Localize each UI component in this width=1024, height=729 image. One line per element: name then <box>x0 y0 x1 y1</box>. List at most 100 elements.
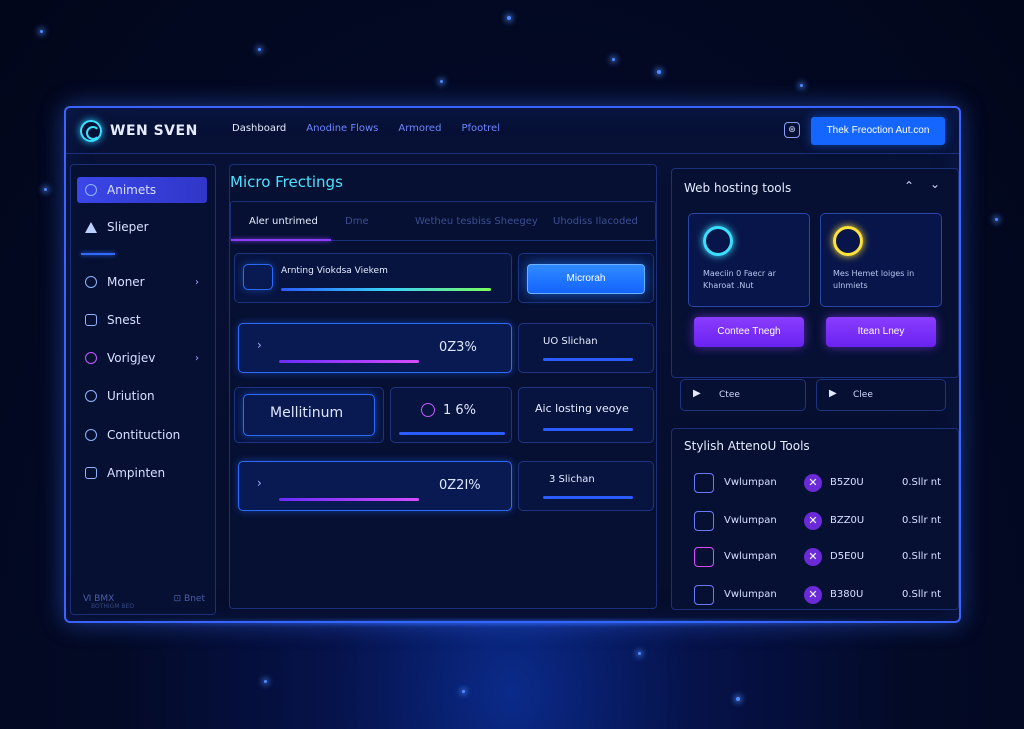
percent-bar <box>399 432 505 435</box>
app-title: WEN SVEN <box>110 123 198 139</box>
chevron-right-icon[interactable]: › <box>257 338 262 352</box>
tool-icon <box>694 585 714 605</box>
notification-icon[interactable]: ⊛ <box>784 122 800 138</box>
itean-button[interactable]: Itean Lney <box>826 317 936 347</box>
star <box>507 16 511 20</box>
box-inner[interactable]: Mellitinum <box>243 394 375 436</box>
sidebar-item-label: Animets <box>107 183 157 197</box>
sidebar-divider <box>81 253 115 255</box>
tab-wetheu[interactable]: Wetheu tesbiss Sheegey <box>415 216 538 227</box>
square-icon <box>85 314 97 326</box>
chevron-right-icon: › <box>195 276 199 288</box>
star <box>612 58 615 61</box>
chevron-right-icon: › <box>195 352 199 364</box>
sidebar-item-moner[interactable]: Moner › <box>77 269 207 295</box>
sidebar-item-label: Vorigjev <box>107 351 156 365</box>
box-card: Mellitinum <box>234 387 384 443</box>
tab-aler-untrimed[interactable]: Aler untrimed <box>249 216 318 227</box>
nav-armored[interactable]: Armored <box>398 123 441 134</box>
page-title: Micro Frectings <box>230 173 343 191</box>
list-item[interactable]: Vwlumpan ✕ B5Z0U 0.Sllr nt <box>686 469 948 497</box>
play-icon: ▶ <box>693 388 701 399</box>
star <box>736 697 740 701</box>
metric-card-2: › 0Z2I% <box>238 461 512 511</box>
top-bar: WEN SVEN Dashboard Anodine Flows Armored… <box>66 108 959 154</box>
hosting-card: Aic losting veoye <box>518 387 654 443</box>
clock-icon <box>85 276 97 288</box>
main-panel: Micro Frectings Aler untrimed Dme Wetheu… <box>229 164 657 609</box>
row-status: 0.Sllr nt <box>902 477 941 488</box>
sidebar-item-snest[interactable]: Snest <box>77 307 207 333</box>
star <box>440 80 443 83</box>
sidebar-item-label: Slieper <box>107 220 149 234</box>
logo[interactable]: WEN SVEN <box>80 120 198 142</box>
sidebar-item-contituction[interactable]: Contituction <box>77 422 207 448</box>
metric-side-bar <box>543 358 633 361</box>
feature-card-label: Arnting Viokdsa Viekem <box>281 266 388 276</box>
tool-card-1[interactable]: Maeciin 0 Faecr ar Kharoat .Nut <box>688 213 810 307</box>
star <box>995 218 998 221</box>
chevron-right-icon[interactable]: › <box>257 476 262 490</box>
action-card: Microrah <box>518 253 654 303</box>
sidebar: Animets Slieper Moner › Snest Vorigjev ›… <box>70 164 216 615</box>
sidebar-footer-right[interactable]: ⊡ Bnet <box>174 594 205 604</box>
sidebar-item-slieper[interactable]: Slieper <box>77 214 207 240</box>
chart-icon <box>85 184 97 196</box>
nav-pfootrel[interactable]: Pfootrel <box>461 123 500 134</box>
link-label: Ctee <box>719 390 740 400</box>
tab-dme[interactable]: Dme <box>345 216 369 227</box>
globe-icon <box>85 390 97 402</box>
star <box>40 30 43 33</box>
sidebar-item-vorigjev[interactable]: Vorigjev › <box>77 345 207 371</box>
row-name: Vwlumpan <box>724 477 777 488</box>
metric-side-label: 3 Slichan <box>549 474 595 485</box>
sidebar-item-animets[interactable]: Animets <box>77 177 207 203</box>
chevron-up-icon[interactable]: ⌃ <box>904 179 914 193</box>
tool-icon <box>694 473 714 493</box>
star <box>258 48 261 51</box>
row-value: D5E0U <box>830 551 865 562</box>
list-item[interactable]: Vwlumpan ✕ D5E0U 0.Sllr nt <box>686 543 948 571</box>
sidebar-item-label: Moner <box>107 275 145 289</box>
tab-bar: Aler untrimed Dme Wetheu tesbiss Sheegey… <box>230 201 656 241</box>
close-icon[interactable]: ✕ <box>804 586 822 604</box>
close-icon[interactable]: ✕ <box>804 474 822 492</box>
close-icon[interactable]: ✕ <box>804 512 822 530</box>
list-item[interactable]: Vwlumpan ✕ B380U 0.Sllr nt <box>686 581 948 609</box>
tab-underline <box>231 239 331 241</box>
nav-flows[interactable]: Anodine Flows <box>306 123 378 134</box>
row-name: Vwlumpan <box>724 551 777 562</box>
sidebar-item-uriution[interactable]: Uriution <box>77 383 207 409</box>
list-item[interactable]: Vwlumpan ✕ BZZ0U 0.Sllr nt <box>686 507 948 535</box>
metric-side-card: UO Slichan <box>518 323 654 373</box>
hosting-label: Aic losting veoye <box>535 402 629 415</box>
star <box>264 680 267 683</box>
link-card-2[interactable]: ▶ Clee <box>816 379 946 411</box>
metric-side-card-2: 3 Slichan <box>518 461 654 511</box>
row-status: 0.Sllr nt <box>902 515 941 526</box>
target-icon <box>85 352 97 364</box>
section-title: Stylish AttenoU Tools <box>684 439 810 453</box>
nav-dashboard[interactable]: Dashboard <box>232 123 286 134</box>
tool-card-2[interactable]: Mes Hemet loiges in ulnmiets <box>820 213 942 307</box>
progress-bar <box>281 288 491 291</box>
close-icon[interactable]: ✕ <box>804 548 822 566</box>
metric-bar <box>279 498 419 501</box>
link-card-1[interactable]: ▶ Ctee <box>680 379 806 411</box>
star <box>800 84 803 87</box>
row-value: B380U <box>830 589 864 600</box>
tab-uhodiss[interactable]: Uhodiss Ilacoded <box>553 216 638 227</box>
eye-icon <box>243 264 273 290</box>
tool-icon <box>694 547 714 567</box>
tool-text: Maeciin 0 Faecr ar Kharoat .Nut <box>703 269 776 290</box>
row-name: Vwlumpan <box>724 589 777 600</box>
contee-button[interactable]: Contee Tnegh <box>694 317 804 347</box>
triangle-icon <box>85 221 97 233</box>
header-cta-button[interactable]: Thek Freoction Aut.con <box>811 117 945 145</box>
microrah-button[interactable]: Microrah <box>527 264 645 294</box>
sidebar-item-ampinten[interactable]: Ampinten <box>77 460 207 486</box>
feature-card: Arnting Viokdsa Viekem <box>234 253 512 303</box>
box-label: Mellitinum <box>270 405 344 421</box>
chevron-down-icon[interactable]: ⌄ <box>930 177 940 191</box>
sidebar-item-label: Snest <box>107 313 141 327</box>
